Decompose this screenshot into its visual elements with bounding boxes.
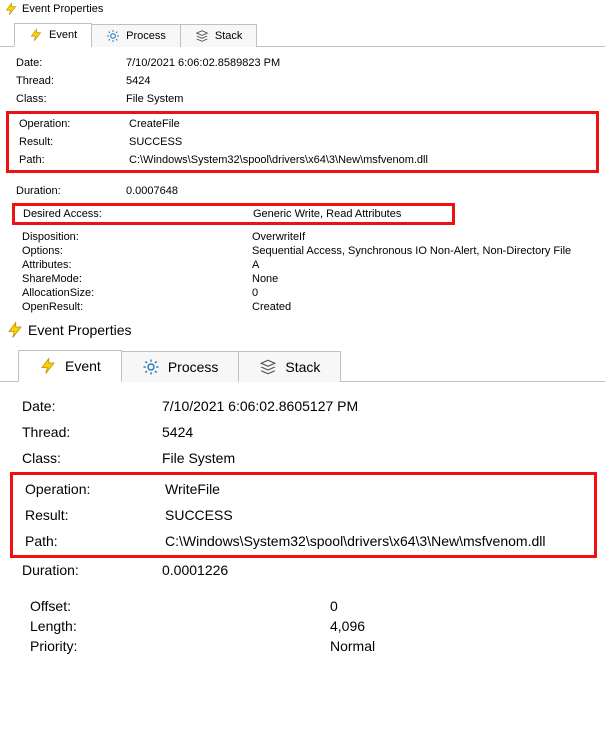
highlight-operation-block: Operation: CreateFile Result: SUCCESS Pa… xyxy=(6,111,599,173)
value-path: C:\Windows\System32\spool\drivers\x64\3\… xyxy=(129,154,590,166)
label-path: Path: xyxy=(19,154,129,166)
label-class: Class: xyxy=(16,93,126,105)
label-options: Options: xyxy=(22,245,252,257)
event-duration-row: Duration: 0.0001226 xyxy=(0,560,605,582)
value-openresult: Created xyxy=(252,301,599,313)
label-desired-access: Desired Access: xyxy=(23,208,253,220)
tab-stack-label: Stack xyxy=(285,359,320,375)
value-attributes: A xyxy=(252,259,599,271)
label-priority: Priority: xyxy=(30,638,330,654)
label-openresult: OpenResult: xyxy=(22,301,252,313)
value-offset: 0 xyxy=(330,598,599,614)
value-operation: WriteFile xyxy=(165,481,588,497)
label-length: Length: xyxy=(30,618,330,634)
tab-strip: Event Process Stack xyxy=(0,22,605,47)
value-options: Sequential Access, Synchronous IO Non-Al… xyxy=(252,245,599,257)
label-operation: Operation: xyxy=(25,481,165,497)
value-date: 7/10/2021 6:06:02.8589823 PM xyxy=(126,57,599,69)
value-length: 4,096 xyxy=(330,618,599,634)
event-properties-panel-2: Event Properties Event Process Stack Dat… xyxy=(0,317,605,658)
tab-event-label: Event xyxy=(65,358,101,374)
tab-process-label: Process xyxy=(168,359,219,375)
gear-icon xyxy=(142,358,160,376)
gear-icon xyxy=(106,29,120,43)
label-sharemode: ShareMode: xyxy=(22,273,252,285)
value-duration: 0.0007648 xyxy=(126,185,599,197)
label-attributes: Attributes: xyxy=(22,259,252,271)
lightning-icon xyxy=(6,321,24,339)
value-priority: Normal xyxy=(330,638,599,654)
value-sharemode: None xyxy=(252,273,599,285)
lightning-icon xyxy=(29,28,43,42)
label-result: Result: xyxy=(19,136,129,148)
stack-icon xyxy=(195,29,209,43)
window-titlebar: Event Properties xyxy=(0,317,605,349)
value-thread: 5424 xyxy=(126,75,599,87)
event-details-top: Date: 7/10/2021 6:06:02.8605127 PM Threa… xyxy=(0,382,605,470)
tab-stack[interactable]: Stack xyxy=(238,351,341,382)
label-date: Date: xyxy=(16,57,126,69)
event-details-top: Date: 7/10/2021 6:06:02.8589823 PM Threa… xyxy=(0,47,605,109)
label-thread: Thread: xyxy=(16,75,126,87)
value-class: File System xyxy=(126,93,599,105)
label-class: Class: xyxy=(22,450,162,466)
value-result: SUCCESS xyxy=(165,507,588,523)
label-offset: Offset: xyxy=(30,598,330,614)
value-path: C:\Windows\System32\spool\drivers\x64\3\… xyxy=(165,533,588,549)
event-properties-panel-1: Event Properties Event Process Stack Dat… xyxy=(0,0,605,317)
stack-icon xyxy=(259,358,277,376)
label-thread: Thread: xyxy=(22,424,162,440)
tab-stack[interactable]: Stack xyxy=(180,24,258,47)
event-details-bottom: Disposition: OverwriteIf Options: Sequen… xyxy=(0,227,605,317)
label-operation: Operation: xyxy=(19,118,129,130)
window-titlebar: Event Properties xyxy=(0,0,605,22)
value-desired-access: Generic Write, Read Attributes xyxy=(253,208,446,220)
label-duration: Duration: xyxy=(16,185,126,197)
tab-stack-label: Stack xyxy=(215,30,243,42)
window-title: Event Properties xyxy=(22,3,103,15)
tab-strip: Event Process Stack xyxy=(0,349,605,382)
window-title: Event Properties xyxy=(28,322,132,338)
event-duration-row: Duration: 0.0007648 xyxy=(0,175,605,201)
label-duration: Duration: xyxy=(22,562,162,578)
label-path: Path: xyxy=(25,533,165,549)
value-allocationsize: 0 xyxy=(252,287,599,299)
label-allocationsize: AllocationSize: xyxy=(22,287,252,299)
highlight-desired-access: Desired Access: Generic Write, Read Attr… xyxy=(12,203,455,225)
label-result: Result: xyxy=(25,507,165,523)
lightning-icon xyxy=(39,357,57,375)
value-class: File System xyxy=(162,450,599,466)
label-date: Date: xyxy=(22,398,162,414)
value-result: SUCCESS xyxy=(129,136,590,148)
tab-event[interactable]: Event xyxy=(18,350,122,382)
tab-event[interactable]: Event xyxy=(14,23,92,47)
event-details-bottom: Offset: 0 Length: 4,096 Priority: Normal xyxy=(0,582,605,658)
tab-process[interactable]: Process xyxy=(91,24,181,47)
value-date: 7/10/2021 6:06:02.8605127 PM xyxy=(162,398,599,414)
tab-event-label: Event xyxy=(49,29,77,41)
label-disposition: Disposition: xyxy=(22,231,252,243)
tab-process-label: Process xyxy=(126,30,166,42)
value-thread: 5424 xyxy=(162,424,599,440)
value-operation: CreateFile xyxy=(129,118,590,130)
lightning-icon xyxy=(4,2,18,16)
value-disposition: OverwriteIf xyxy=(252,231,599,243)
tab-process[interactable]: Process xyxy=(121,351,240,382)
value-duration: 0.0001226 xyxy=(162,562,599,578)
highlight-operation-block: Operation: WriteFile Result: SUCCESS Pat… xyxy=(10,472,597,558)
